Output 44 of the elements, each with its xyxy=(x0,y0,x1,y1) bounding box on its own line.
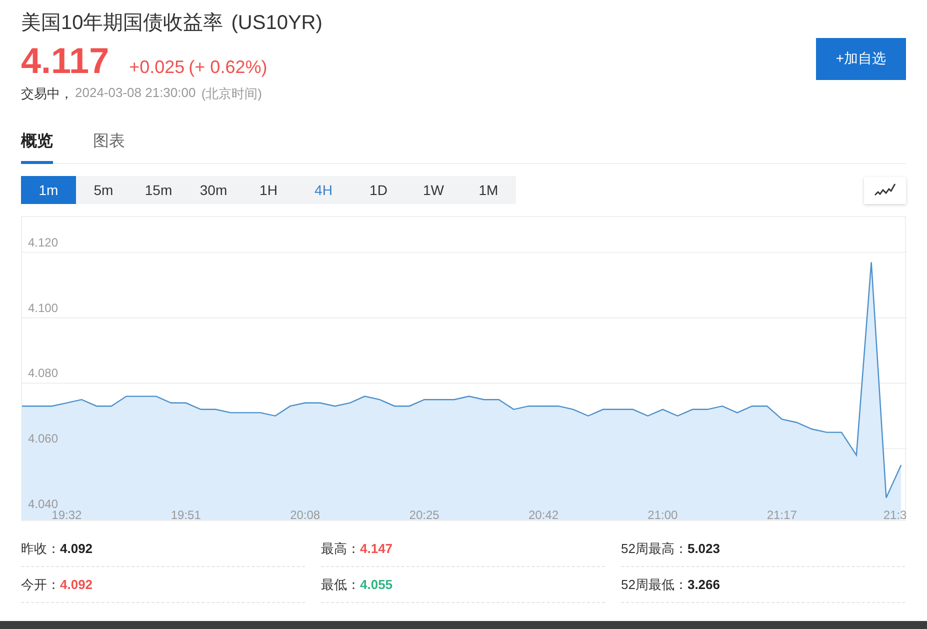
stat-value: 4.092 xyxy=(60,541,93,556)
axis-label: 20:08 xyxy=(290,508,320,520)
change: +0.025 xyxy=(129,57,185,78)
stat-value: 4.055 xyxy=(360,577,393,592)
period-tab[interactable]: 1D xyxy=(351,176,406,204)
axis-label: 21:00 xyxy=(648,508,678,520)
line-chart-icon[interactable] xyxy=(864,176,906,204)
period-tab[interactable]: 1H xyxy=(241,176,296,204)
period-tab[interactable]: 4H xyxy=(296,176,351,204)
axis-label: 19:51 xyxy=(170,508,201,520)
period-tab[interactable]: 1m xyxy=(21,176,76,204)
period-tab[interactable]: 15m xyxy=(131,176,186,204)
stat-value: 5.023 xyxy=(687,541,720,556)
stat-value: 4.092 xyxy=(60,577,93,592)
axis-label: 20:25 xyxy=(409,508,440,520)
stat-label: 最高： xyxy=(321,540,360,558)
axis-label: 21:17 xyxy=(766,508,797,520)
axis-label: 4.100 xyxy=(28,300,58,315)
axis-label: 20:42 xyxy=(528,508,559,520)
timezone: (北京时间) xyxy=(200,85,262,103)
price: 4.117 xyxy=(21,40,110,82)
trading-status: 交易中， xyxy=(21,85,73,103)
axis-label: 4.080 xyxy=(28,366,58,380)
period-tab[interactable]: 30m xyxy=(186,176,241,204)
axis-label: 4.060 xyxy=(28,432,58,446)
period-tab[interactable]: 1W xyxy=(406,176,461,204)
stat-label: 今开： xyxy=(21,576,60,594)
stat-label: 52周最低： xyxy=(621,576,688,594)
stat-label: 昨收： xyxy=(21,540,60,558)
symbol: (US10YR) xyxy=(231,12,322,35)
stat-value: 4.147 xyxy=(360,541,393,556)
timestamp: 2024-03-08 21:30:00 xyxy=(75,85,196,102)
tab[interactable]: 概览 xyxy=(21,125,53,164)
page-title: 美国10年期国债收益率 xyxy=(21,11,224,36)
stat-label: 最低： xyxy=(321,576,360,594)
period-tab[interactable]: 5m xyxy=(76,176,131,204)
stat-value: 3.266 xyxy=(687,577,720,592)
tab[interactable]: 图表 xyxy=(93,125,125,164)
axis-label: 21:3 xyxy=(883,508,907,520)
add-watchlist-button[interactable]: +加自选 xyxy=(816,38,906,80)
period-tab[interactable]: 1M xyxy=(461,176,516,204)
axis-label: 4.120 xyxy=(28,235,58,250)
change-percent: (+ 0.62%) xyxy=(188,57,268,78)
stat-label: 52周最高： xyxy=(621,540,688,558)
